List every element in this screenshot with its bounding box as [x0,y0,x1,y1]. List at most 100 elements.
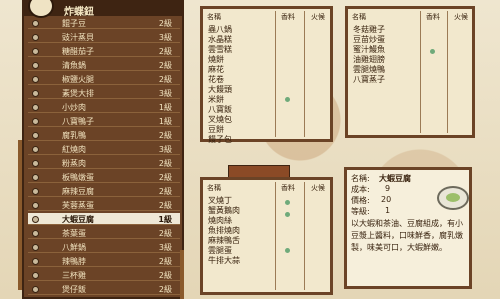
bowl-icon [28,0,54,18]
check-mark-icon [285,97,290,102]
card-col-taste: 火候 [311,184,325,192]
recipe-name: 餛子豆 [62,19,86,28]
recipe-level: 2級 [158,75,172,84]
check-mark-icon [285,248,290,253]
card-col-taste: 火候 [454,13,468,21]
check-mark-icon [285,212,290,217]
card-col-name: 名稱 [207,13,221,21]
recipe-name: 煲仔飯 [62,285,86,294]
recipe-list-item[interactable]: 八寶鴨子 1級 [28,115,180,127]
bullet-icon [32,62,39,69]
recipe-list-item[interactable]: 麻辣豆腐 2級 [28,185,180,197]
list-title: 炸蝶鈕 [64,7,94,18]
card-col-cost: 香料 [281,184,295,192]
bullet-icon [32,286,39,293]
recipe-list-item[interactable]: 豉汁蒸貝 3級 [28,31,180,43]
bullet-icon [32,230,39,237]
recipe-list-item[interactable]: 板鴨燉蛋 2級 [28,171,180,183]
recipe-list-item[interactable]: 腐乳鴨 2級 [28,129,180,141]
recipe-name: 糖醋茄子 [62,47,94,56]
divider [275,11,276,137]
recipe-level: 2級 [158,187,172,196]
recipe-list-item[interactable]: 三杯雞 2級 [28,269,180,281]
recipe-list-item[interactable]: 辣鴨脖 2級 [28,255,180,267]
recipe-name: 芙蓉蒸蛋 [62,201,94,210]
recipe-card-1: 名稱 香料 火候 蟲八鍋 水晶糕 雲雪糕 燒餅 麻花 花卷 大饅頭 米餅 八寶飯 叉燒包 豆餅 饅子包 [200,6,333,144]
bullet-icon [32,118,39,125]
recipe-level: 2級 [158,271,172,280]
card-col-cost: 香料 [426,13,440,21]
recipe-level: 1級 [158,103,172,112]
recipe-name: 清魚鍋 [62,61,86,70]
divider [304,11,305,137]
recipe-card-2: 名稱 香料 火候 冬菇雞子 豆苗炒蛋 蜜汁鰻魚 油雞翅膀 雲腿燒鴨 八寶蒸子 [345,6,475,138]
recipe-list-item[interactable]: 小炒肉 1級 [28,101,180,113]
bullet-icon [32,216,39,223]
recipe-level: 2級 [158,47,172,56]
recipe-name: 八鮮鍋 [62,243,86,252]
dish-price: 20 [381,195,392,204]
recipe-list-item[interactable]: 大蝦豆腐 1級 [28,213,180,225]
dish-info-card: 名稱: 大蝦豆腐 成本: 9 價格: 20 等級: 1 以大蝦和茶油、豆腐組成，… [344,167,472,289]
recipe-list-item[interactable]: 紅燒肉 3級 [28,143,180,155]
recipe-list-item[interactable]: 清魚鍋 2級 [28,59,180,71]
card-col-cost: 香料 [281,13,295,21]
bullet-icon [32,132,39,139]
recipe-list-item[interactable]: 椒鹽火腿 2級 [28,73,180,85]
recipe-list-item[interactable]: 茶葉蛋 2級 [28,227,180,239]
dish-name: 大蝦豆腐 [379,174,411,183]
bullet-icon [32,244,39,251]
rope-decoration [180,250,184,299]
recipe-name: 素煲大排 [62,89,94,98]
dish-plate-icon [437,186,469,210]
recipe-card-3: 名稱 香料 火候 叉燒丁 蟹黃鵝肉 燒肉絲 魚排燒肉 麻辣鴨舌 雲腿蛋 牛排大蒜 [200,177,333,295]
recipe-level: 2級 [158,201,172,210]
recipe-level: 3級 [158,89,172,98]
bullet-icon [32,160,39,167]
recipe-name: 茶葉蛋 [62,229,86,238]
dish-description: 以大蝦和茶油、豆腐組成，有小豆漿上醬料，口味鮮香，腐乳燉製，味美可口，大蝦鮮嫩。 [351,219,463,252]
bullet-icon [32,202,39,209]
bullet-icon [32,258,39,265]
recipe-name: 腐乳鴨 [62,131,86,140]
recipe-list-item[interactable]: 餛子豆 2級 [28,17,180,29]
bullet-icon [32,104,39,111]
recipe-list-item[interactable]: 糖醋茄子 2級 [28,45,180,57]
divider [275,182,276,290]
bullet-icon [32,146,39,153]
recipe-level: 1級 [158,215,172,224]
recipe-level: 3級 [158,243,172,252]
price-label: 價格: [351,196,370,205]
divider [420,11,421,133]
recipe-level: 2級 [158,131,172,140]
recipe-list-item[interactable]: 素煲大排 3級 [28,87,180,99]
recipe-name: 紅燒肉 [62,145,86,154]
bullet-icon [32,188,39,195]
level-label: 等級: [351,207,370,216]
recipe-level: 1級 [158,117,172,126]
recipe-name: 豉汁蒸貝 [62,33,94,42]
recipe-level: 2級 [158,19,172,28]
divider [304,182,305,290]
recipe-list-item[interactable]: 粉蒸肉 2級 [28,157,180,169]
recipe-name: 八寶鴨子 [62,117,94,126]
bullet-icon [32,272,39,279]
recipe-list-item[interactable]: 八鮮鍋 3級 [28,241,180,253]
recipe-list-item[interactable]: 煲仔飯 2級 [28,283,180,295]
recipe-list-item[interactable]: 芙蓉蒸蛋 2級 [28,199,180,211]
bullet-icon [32,34,39,41]
card-col-name: 名稱 [352,13,366,21]
divider [447,11,448,133]
recipe-name: 三杯雞 [62,271,86,280]
recipe-name: 椒鹽火腿 [62,75,94,84]
check-mark-icon [285,200,290,205]
name-label: 名稱: [351,174,370,183]
bullet-icon [32,20,39,27]
bullet-icon [32,48,39,55]
recipe-level: 3級 [158,145,172,154]
bullet-icon [32,90,39,97]
rope-decoration [18,140,22,290]
recipe-level: 2級 [158,159,172,168]
recipe-name: 大蝦豆腐 [62,215,94,224]
check-mark-icon [430,49,435,54]
